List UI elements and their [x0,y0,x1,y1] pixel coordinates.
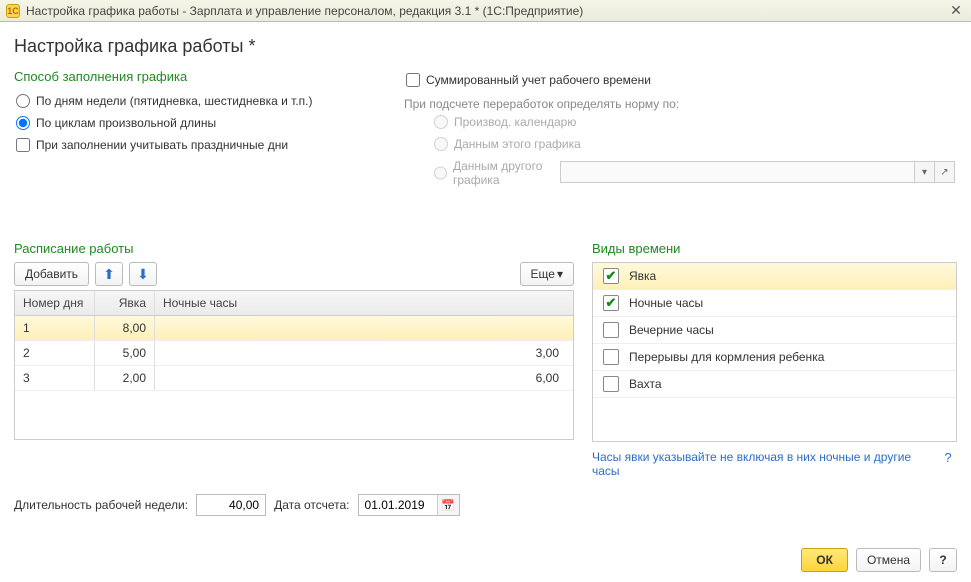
type-label: Ночные часы [629,296,703,310]
radio-by-days-label: По дням недели (пятидневка, шестидневка … [36,94,313,108]
type-label: Явка [629,269,656,283]
add-button[interactable]: Добавить [14,262,89,286]
type-checkbox[interactable] [603,376,619,392]
check-summarized-input[interactable] [406,73,420,87]
other-schedule-open-icon: ↗ [935,161,955,183]
type-row[interactable]: Перерывы для кормления ребенка [593,344,956,371]
cell-num: 2 [15,341,95,365]
type-label: Вахта [629,377,662,391]
radio-by-cycles-input[interactable] [16,116,30,130]
check-holidays[interactable]: При заполнении учитывать праздничные дни [14,134,374,156]
col-header-yavka: Явка [95,291,155,315]
radio-norm-calendar: Производ. календарю [404,111,957,133]
app-logo-icon: 1С [6,4,20,18]
calendar-icon[interactable]: 📅 [437,495,459,515]
check-summarized-label: Суммированный учет рабочего времени [426,73,651,87]
radio-norm-this-label: Данным этого графика [454,137,581,151]
ok-button[interactable]: ОК [801,548,848,572]
radio-by-cycles[interactable]: По циклам произвольной длины [14,112,374,134]
table-row[interactable]: 18,00 [15,316,573,341]
radio-norm-calendar-label: Производ. календарю [454,115,576,129]
col-header-night: Ночные часы [155,291,573,315]
date-input[interactable] [359,495,437,515]
types-list: Явка Ночные часы Вечерние часы Перерывы для… [592,262,957,442]
schedule-title: Расписание работы [14,241,574,256]
cell-num: 1 [15,316,95,340]
check-holidays-label: При заполнении учитывать праздничные дни [36,138,288,152]
cell-night [155,316,573,340]
move-down-button[interactable]: ⬇ [129,262,157,286]
week-length-label: Длительность рабочей недели: [14,498,188,512]
arrow-down-icon: ⬇ [137,266,149,283]
types-hint-link[interactable]: Часы явки указывайте не включая в них но… [592,450,933,478]
cancel-button[interactable]: Отмена [856,548,921,572]
radio-by-days[interactable]: По дням недели (пятидневка, шестидневка … [14,90,374,112]
type-row[interactable]: Явка [593,263,956,290]
table-row[interactable]: 32,006,00 [15,366,573,391]
col-header-num: Номер дня [15,291,95,315]
more-button[interactable]: Еще ▾ [520,262,574,286]
move-up-button[interactable]: ⬆ [95,262,123,286]
week-length-input[interactable] [196,494,266,516]
close-icon[interactable]: ✕ [947,3,965,19]
chevron-down-icon: ▾ [557,267,563,281]
type-checkbox[interactable] [603,268,619,284]
check-summarized[interactable]: Суммированный учет рабочего времени [404,69,957,91]
types-title: Виды времени [592,241,957,256]
type-row[interactable]: Вечерние часы [593,317,956,344]
type-row[interactable]: Вахта [593,371,956,398]
help-button[interactable]: ? [929,548,957,572]
radio-norm-other-row: Данным другого графика ▾ ↗ [404,155,957,191]
schedule-table: Номер дня Явка Ночные часы 18,0025,003,0… [14,290,574,440]
radio-norm-other-input [434,166,447,180]
type-checkbox[interactable] [603,322,619,338]
type-label: Перерывы для кормления ребенка [629,350,824,364]
other-schedule-dropdown-icon: ▾ [915,161,935,183]
cell-yavka: 2,00 [95,366,155,390]
titlebar: 1С Настройка графика работы - Зарплата и… [0,0,971,22]
radio-by-days-input[interactable] [16,94,30,108]
help-icon[interactable]: ? [939,450,957,468]
type-checkbox[interactable] [603,349,619,365]
cell-night: 3,00 [155,341,573,365]
type-label: Вечерние часы [629,323,714,337]
type-checkbox[interactable] [603,295,619,311]
radio-norm-calendar-input [434,115,448,129]
radio-norm-this: Данным этого графика [404,133,957,155]
other-schedule-input [560,161,915,183]
date-label: Дата отсчета: [274,498,349,512]
cell-night: 6,00 [155,366,573,390]
page-title: Настройка графика работы * [14,36,957,57]
radio-norm-other-label: Данным другого графика [453,159,546,187]
radio-by-cycles-label: По циклам произвольной длины [36,116,216,130]
table-row[interactable]: 25,003,00 [15,341,573,366]
type-row[interactable]: Ночные часы [593,290,956,317]
radio-norm-this-input [434,137,448,151]
fill-method-title: Способ заполнения графика [14,69,374,84]
cell-yavka: 5,00 [95,341,155,365]
check-holidays-input[interactable] [16,138,30,152]
window-title: Настройка графика работы - Зарплата и уп… [26,4,583,18]
cell-num: 3 [15,366,95,390]
cell-yavka: 8,00 [95,316,155,340]
arrow-up-icon: ⬆ [103,266,115,283]
overtime-hint: При подсчете переработок определять норм… [404,97,957,111]
